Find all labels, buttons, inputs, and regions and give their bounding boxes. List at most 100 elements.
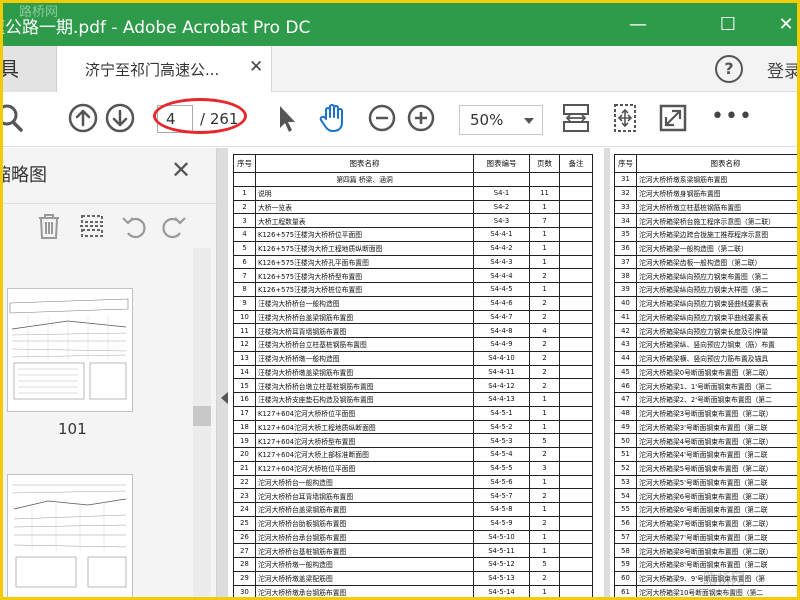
row-title: 沱河大桥桥墩身钢筋布置图 [636, 185, 797, 201]
row-title: K127+604沱河大桥工程地质纵断面图 [255, 419, 474, 435]
table-row: 9 汪楼沟大桥桥台一般构造图 S4-4-6 2 [233, 295, 593, 311]
table-row: 2 大桥一览表 S4-2 1 [233, 199, 593, 215]
fit-width-icon[interactable] [560, 102, 592, 134]
maximize-icon: ☐ [719, 14, 737, 35]
row-remark [559, 350, 593, 366]
next-page-icon[interactable] [104, 102, 136, 134]
row-remark [559, 227, 593, 242]
page-thumbnail-101[interactable] [7, 288, 133, 412]
thumbnail-page-label: 101 [58, 420, 87, 438]
table-row: 35 沱河大桥箱梁边跨合拢施工推荐程序示意图 [614, 227, 797, 242]
minimize-button[interactable]: — [613, 3, 663, 46]
row-title: K126+575汪楼沟大桥桥型布置图 [255, 268, 474, 283]
row-pages: 3 [529, 460, 560, 476]
table-row: 34 沱河大桥箱梁桥台施工程序示意图（第二联） [614, 213, 797, 228]
document-view: 序号 图表名称 图表编号 页数 备注 第四篇 桥梁、涵洞 1 说明 S4-1 11 2 大… [217, 148, 797, 597]
page-thumbnail-102[interactable] [7, 474, 133, 597]
more-tools-icon[interactable]: ••• [711, 104, 753, 129]
row-number: 33 [614, 199, 637, 215]
table-row: 13 汪楼沟大桥桥墩一般构造图 S4-4-10 2 [233, 350, 593, 366]
table-row: 56 沱河大桥箱梁7号断面钢束布置图（第二联） [614, 515, 797, 531]
search-icon[interactable] [0, 102, 27, 134]
row-number: 41 [614, 309, 637, 325]
index-table-right: 序号 图表名称 31 沱河大桥桥墩系梁钢筋布置图 32 沱河大桥桥墩身钢筋布置图 33 沱… [614, 154, 797, 597]
row-code: S4-5-12 [473, 557, 530, 572]
table-row: 32 沱河大桥桥墩身钢筋布置图 [614, 185, 797, 201]
table-row: 51 沱河大桥箱梁4'号断面钢束布置图（第二联 [614, 447, 797, 462]
maximize-button[interactable]: ☐ [703, 3, 753, 46]
row-number: 10 [233, 309, 256, 325]
extract-pages-icon[interactable] [78, 212, 106, 240]
col-header-pages: 页数 [529, 154, 560, 173]
rotate-right-icon[interactable] [160, 213, 188, 239]
row-number: 12 [233, 337, 256, 352]
row-title: 大桥一览表 [255, 199, 474, 215]
close-panel-icon[interactable]: ✕ [171, 156, 191, 184]
row-number: 43 [614, 337, 637, 352]
row-pages: 2 [529, 378, 560, 393]
row-title: 沱河大桥桥台肋板钢筋布置图 [255, 515, 474, 531]
table-row: 52 沱河大桥箱梁5号断面钢束布置图（第二联） [614, 460, 797, 476]
app-window: 高速公路一期.pdf - Adobe Acrobat Pro DC 路桥网 — … [0, 0, 800, 600]
row-code: S4-5-4 [473, 447, 530, 462]
table-row: 37 沱河大桥箱梁齿板一般构造图（第二联） [614, 254, 797, 270]
col-header-no: 序号 [233, 154, 256, 173]
row-title: 沱河大桥桥墩承台钢筋布置图 [255, 584, 474, 597]
help-button[interactable]: ? [715, 55, 743, 83]
table-row: 6 K126+575汪楼沟大桥孔平面布置图 S4-4-3 1 [233, 254, 593, 270]
table-row: 20 K127+604沱河大桥上部标准断面图 S4-5-4 2 [233, 447, 593, 462]
table-row: 19 K127+604沱河大桥桥型布置图 S4-5-3 5 [233, 433, 593, 448]
row-title: 沱河大桥箱梁2、2'号断面钢束布置图（第二 [636, 392, 797, 407]
row-remark [559, 213, 593, 228]
delete-icon[interactable] [36, 212, 62, 240]
row-number: 48 [614, 405, 637, 421]
table-row: 8 K126+575汪楼沟大桥桩位布置图 S4-4-5 1 [233, 282, 593, 297]
close-window-button[interactable]: ✕ [761, 3, 797, 46]
zoom-in-icon[interactable] [405, 102, 437, 134]
thumbnail-tools [3, 203, 217, 247]
col-header-code: 图表编号 [473, 154, 530, 173]
table-row: 29 沱河大桥桥墩盖梁配筋图 S4-5-13 2 [233, 570, 593, 586]
previous-page-icon[interactable] [67, 102, 99, 134]
rotate-left-icon[interactable] [120, 213, 148, 239]
row-number: 20 [233, 447, 256, 462]
row-pages: 2 [529, 515, 560, 531]
row-remark [559, 488, 593, 503]
row-remark [559, 337, 593, 352]
login-button[interactable]: 登录 [767, 57, 797, 82]
table-row: 23 沱河大桥桥台耳背墙钢筋布置图 S4-5-7 2 [233, 488, 593, 503]
table-row: 48 沱河大桥箱梁3号断面钢束布置图（第二联） [614, 405, 797, 421]
row-title: K126+575汪楼沟大桥桩位布置图 [255, 282, 474, 297]
thumbnail-scroll-thumb[interactable] [193, 406, 211, 426]
row-remark [559, 240, 593, 256]
table-row: 25 沱河大桥桥台肋板钢筋布置图 S4-5-9 2 [233, 515, 593, 531]
row-remark [559, 584, 593, 597]
row-pages: 1 [529, 227, 560, 242]
row-title: 沱河大桥桥台盖梁钢筋布置图 [255, 502, 474, 517]
tab-close-icon[interactable]: ✕ [249, 57, 263, 77]
row-title: 沱河大桥桥台耳背墙钢筋布置图 [255, 488, 474, 503]
zoom-select[interactable]: 50% [459, 105, 543, 135]
row-title: 沱河大桥箱梁1、1'号断面钢束布置图（第二 [636, 378, 797, 393]
fit-page-icon[interactable] [609, 102, 641, 134]
full-screen-icon[interactable] [657, 102, 689, 134]
zoom-out-icon[interactable] [366, 102, 398, 134]
collapse-panel-icon[interactable] [221, 392, 228, 404]
tab-tools[interactable]: 具 [3, 46, 57, 92]
select-cursor-icon[interactable] [271, 102, 303, 134]
row-remark [559, 502, 593, 517]
row-title: 汪楼沟大桥桥墩盖梁钢筋布置图 [255, 364, 474, 380]
row-pages: 1 [529, 502, 560, 517]
row-pages: 1 [529, 254, 560, 270]
table-row: 45 沱河大桥箱梁0号断面钢束布置图（第二联） [614, 364, 797, 380]
row-number: 37 [614, 254, 637, 270]
row-code: S4-2 [473, 199, 530, 215]
row-number: 61 [614, 584, 637, 597]
row-title: 沱河大桥箱梁横、竖向预应力筋布置及锚具 [636, 350, 797, 366]
hand-tool-icon[interactable] [317, 102, 349, 134]
row-number: 6 [233, 254, 256, 270]
row-title: 大桥工程数量表 [255, 213, 474, 228]
row-number: 26 [233, 529, 256, 545]
row-number: 53 [614, 474, 637, 490]
tab-document[interactable]: 济宁至祁门高速公... ✕ [57, 46, 272, 92]
